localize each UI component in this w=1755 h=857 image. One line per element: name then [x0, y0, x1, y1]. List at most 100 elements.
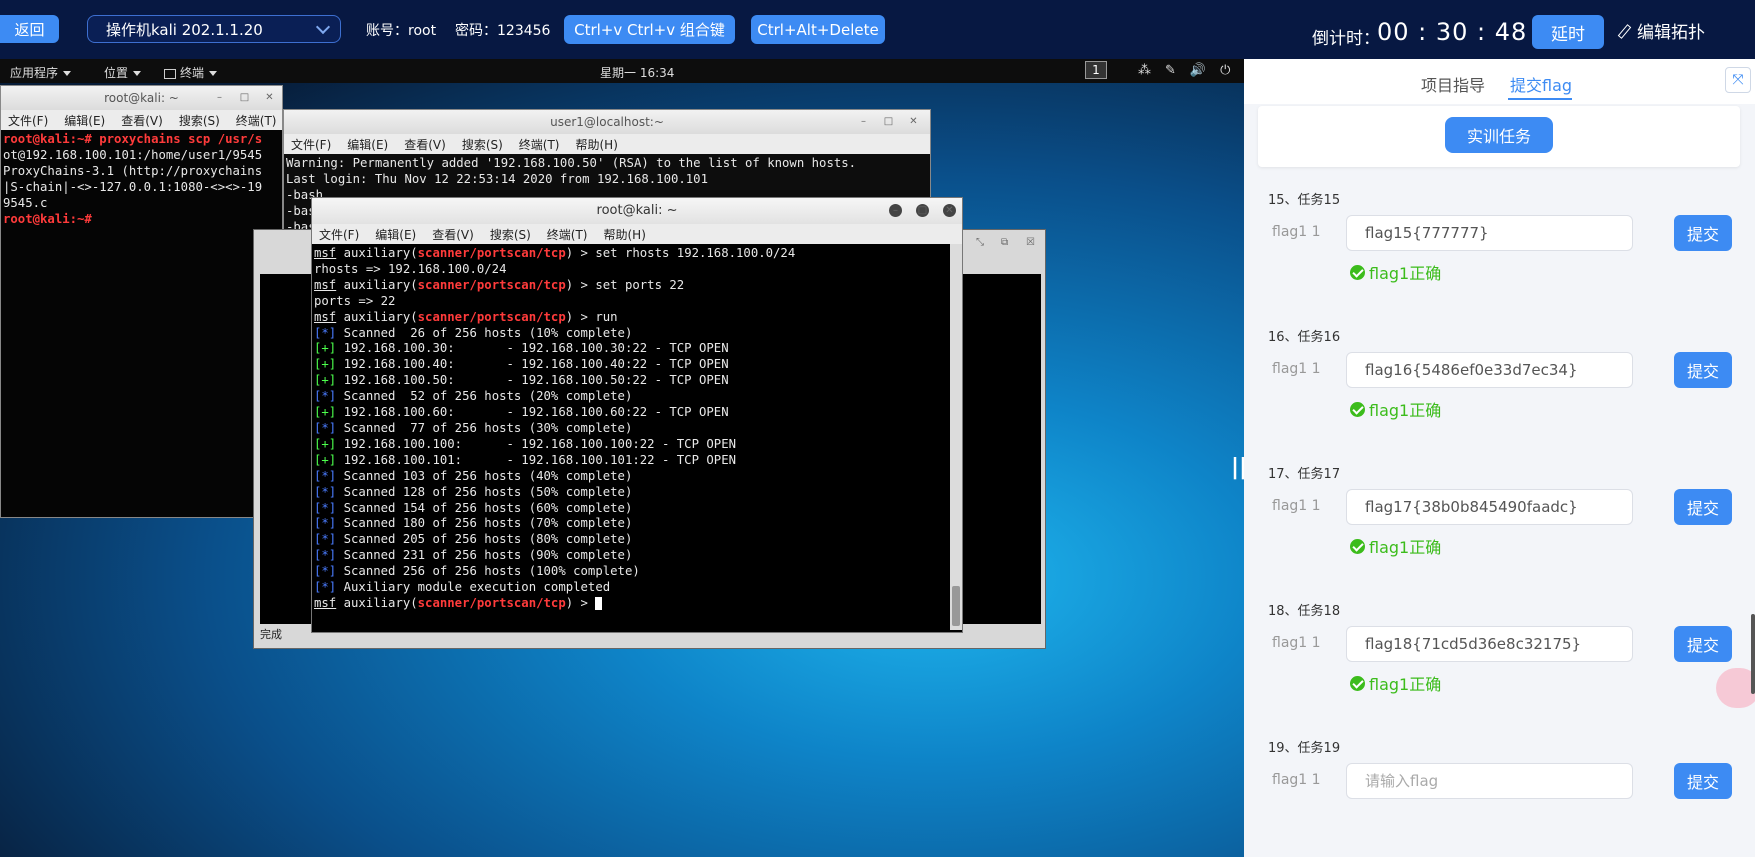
flag-input[interactable]: flag18{71cd5d36e8c32175} [1346, 626, 1633, 662]
terminal-line: |S-chain|-<>-127.0.0.1:1080-<><>-19 [3, 179, 263, 194]
network-icon[interactable]: ⁂ [1138, 63, 1151, 78]
terminal-segment: [+] [314, 405, 337, 420]
submit-button[interactable]: 提交 [1674, 763, 1732, 799]
combo-key-button[interactable]: Ctrl+v Ctrl+v 组合键 [564, 15, 735, 44]
workspace-indicator[interactable]: 1 [1085, 61, 1107, 79]
minimize-icon[interactable]: – [213, 91, 226, 104]
close-icon[interactable]: ☒ [1026, 236, 1039, 249]
side-panel: 项目指导 提交flag ⤧ 15、任务15 flag1 1 flag15{777… [1244, 59, 1755, 857]
terminal-segment: auxiliary( [336, 309, 418, 324]
window-title[interactable]: user1@localhost:~ – □ ✕ [284, 110, 930, 134]
terminal-segment: [+] [314, 452, 337, 467]
back-button[interactable]: 返回 [0, 15, 59, 43]
menu-item[interactable]: 查看(V) [432, 226, 474, 243]
power-icon[interactable]: ⏻ [1220, 63, 1230, 78]
panel-splitter[interactable]: || [1231, 455, 1244, 480]
terminal-line: [*] Scanned 256 of 256 hosts (100% compl… [314, 564, 960, 580]
collapse-icon[interactable]: ⤧ [1725, 67, 1751, 93]
flag-input[interactable]: flag16{5486ef0e33d7ec34} [1346, 352, 1633, 388]
minimize-icon[interactable]: – [857, 115, 870, 128]
terminal-segment: 192.168.100.40: - 192.168.100.40:22 - TC… [336, 357, 729, 372]
scrollbar-thumb[interactable] [952, 586, 960, 626]
machine-select-value: 操作机kali 202.1.1.20 [106, 20, 263, 39]
clock[interactable]: 星期一 16:34 [600, 64, 674, 81]
terminal-area[interactable]: msf auxiliary(scanner/portscan/tcp) > se… [312, 244, 962, 630]
window-controls: – □ ✕ [857, 115, 920, 128]
translate-icon[interactable] [1716, 668, 1755, 708]
window-title[interactable]: root@kali: ~ – □ ✕ [312, 198, 962, 224]
terminal-line: [*] Scanned 154 of 256 hosts (60% comple… [314, 501, 960, 517]
menu-item[interactable]: 文件(F) [291, 136, 331, 153]
resize-icon[interactable]: ⤡ [976, 236, 989, 249]
delay-button[interactable]: 延时 [1532, 15, 1604, 49]
terminal-segment: Scanned 154 of 256 hosts (60% complete) [336, 500, 633, 515]
terminal-line: msf auxiliary(scanner/portscan/tcp) > se… [314, 246, 960, 262]
terminal-output[interactable]: root@kali:~# proxychains scp /usr/s ot@19… [1, 130, 282, 229]
apps-menu-label: 应用程序 [10, 66, 59, 80]
menu-item[interactable]: 查看(V) [404, 136, 446, 153]
menu-item[interactable]: 终端(T) [519, 136, 560, 153]
submit-button[interactable]: 提交 [1674, 489, 1732, 525]
check-circle-icon [1350, 675, 1365, 691]
terminal-window-front[interactable]: root@kali: ~ – □ ✕ 文件(F) 编辑(E) 查看(V) 搜索(S) 终端(… [311, 197, 963, 633]
terminal-window-back[interactable]: root@kali: ~ – □ ✕ 文件(F) 编辑(E) 查看(V) 搜索(S) 终端(… [0, 85, 283, 518]
machine-select[interactable]: 操作机kali 202.1.1.20 [87, 15, 341, 43]
close-icon[interactable]: ✕ [907, 115, 920, 128]
cursor [595, 596, 603, 610]
maximize-icon[interactable]: □ [916, 204, 929, 217]
pen-icon[interactable]: ✎ [1165, 63, 1176, 78]
menu-item[interactable]: 查看(V) [121, 112, 163, 129]
menu-item[interactable]: 帮助(H) [604, 226, 646, 243]
edit-topology-button[interactable]: 编辑拓扑 [1617, 18, 1705, 43]
flag-input[interactable]: 请输入flag [1346, 763, 1633, 799]
menu-item[interactable]: 帮助(H) [576, 136, 618, 153]
menu-item[interactable]: 编辑(E) [375, 226, 416, 243]
chevron-down-icon [315, 19, 331, 35]
terminal-segment: [*] [314, 468, 337, 483]
terminal-segment: [*] [314, 580, 337, 595]
maximize-icon[interactable]: □ [882, 115, 895, 128]
menu-item[interactable]: 文件(F) [8, 112, 48, 129]
menu-item[interactable]: 搜索(S) [179, 112, 220, 129]
tab-submit-flag[interactable]: 提交flag [1510, 72, 1572, 96]
check-circle-icon [1350, 264, 1365, 280]
minimize-icon[interactable]: – [889, 204, 902, 217]
terminal-segment: 192.168.100.30: - 192.168.100.30:22 - TC… [336, 341, 729, 356]
result-ok: flag1正确 [1350, 534, 1441, 558]
places-menu[interactable]: 位置 [104, 64, 142, 81]
terminal-segment: Scanned 180 of 256 hosts (70% complete) [336, 516, 633, 531]
terminal-line: [+] 192.168.100.101: - 192.168.100.101:2… [314, 453, 960, 469]
close-icon[interactable]: ✕ [263, 91, 276, 104]
tab-project-guide[interactable]: 项目指导 [1421, 72, 1485, 96]
maximize-icon[interactable]: ⧉ [1001, 236, 1014, 249]
remote-desktop[interactable]: 应用程序 位置 终端 星期一 16:34 1 ⁂ ✎ 🔊 ⏻ reGeorg r… [0, 59, 1244, 857]
terminal-menu[interactable]: 终端 [164, 64, 218, 81]
maximize-icon[interactable]: □ [238, 91, 251, 104]
apps-menu[interactable]: 应用程序 [10, 64, 72, 81]
terminal-segment: ) > set rhosts 192.168.100.0/24 [565, 246, 796, 260]
flag-input[interactable]: flag17{38b0b845490faadc} [1346, 489, 1633, 525]
window-controls: – □ ✕ [889, 204, 956, 217]
menu-item[interactable]: 终端(T) [236, 112, 277, 129]
submit-button[interactable]: 提交 [1674, 352, 1732, 388]
window-title[interactable]: root@kali: ~ – □ ✕ [1, 86, 282, 110]
menu-item[interactable]: 编辑(E) [64, 112, 105, 129]
flag-input[interactable]: flag15{777777} [1346, 215, 1633, 251]
terminal-line: [*] Scanned 231 of 256 hosts (90% comple… [314, 548, 960, 564]
close-icon[interactable]: ✕ [943, 204, 956, 217]
training-task-button[interactable]: 实训任务 [1445, 117, 1553, 153]
menu-item[interactable]: 文件(F) [319, 226, 359, 243]
submit-button[interactable]: 提交 [1674, 626, 1732, 662]
menu-item[interactable]: 编辑(E) [347, 136, 388, 153]
volume-icon[interactable]: 🔊 [1190, 63, 1206, 78]
page-scrollbar[interactable] [1751, 614, 1755, 694]
submit-button[interactable]: 提交 [1674, 215, 1732, 251]
terminal-output[interactable]: msf auxiliary(scanner/portscan/tcp) > se… [312, 244, 962, 614]
scrollbar[interactable] [950, 244, 962, 630]
menu-item[interactable]: 终端(T) [547, 226, 588, 243]
menu-item[interactable]: 搜索(S) [462, 136, 503, 153]
menu-item[interactable]: 搜索(S) [490, 226, 531, 243]
pencil-icon [1617, 24, 1631, 38]
ctrl-alt-delete-button[interactable]: Ctrl+Alt+Delete [751, 15, 885, 44]
places-menu-label: 位置 [104, 66, 129, 80]
